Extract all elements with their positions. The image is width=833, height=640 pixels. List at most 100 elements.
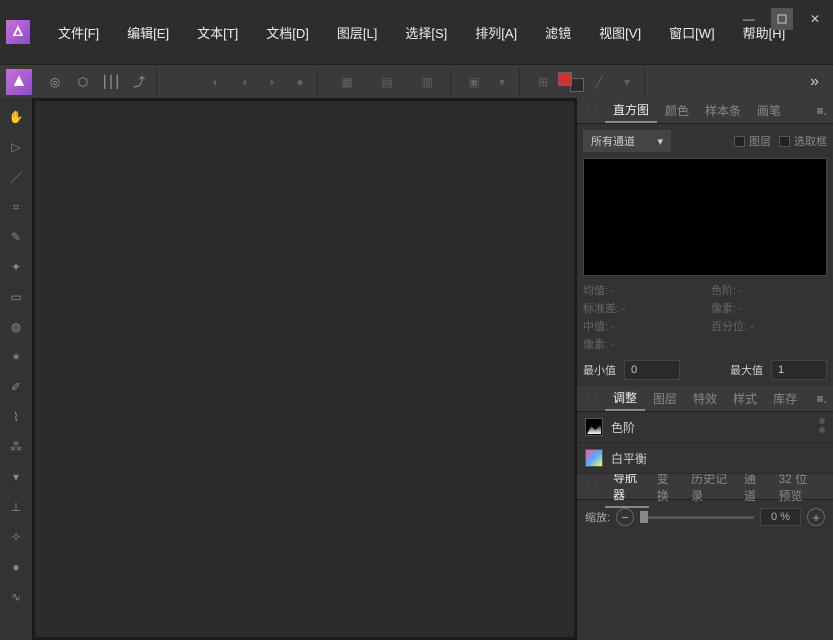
navigator-panel-header: ⋮⋮ 导航器 变换 历史记录 通道 32 位预览: [577, 474, 833, 500]
max-input[interactable]: [771, 360, 827, 380]
hand-tool-icon[interactable]: ✋: [2, 103, 30, 131]
fill-tool-icon[interactable]: ◍: [2, 313, 30, 341]
levels-thumb-icon: [585, 418, 603, 436]
tab-color[interactable]: 颜色: [657, 99, 697, 122]
persona-photo-icon[interactable]: [6, 69, 32, 95]
canvas[interactable]: [34, 100, 575, 638]
tab-effects[interactable]: 特效: [685, 387, 725, 410]
menu-edit[interactable]: 编辑[E]: [113, 17, 183, 48]
checkbox-icon: [734, 136, 745, 147]
gradient-tool-icon[interactable]: ✧: [2, 523, 30, 551]
channel-dropdown[interactable]: 所有通道 ▾: [583, 130, 671, 152]
tool-palette: ✋ ▷ ／ ⌗ ✎ ✦ ▭ ◍ ✶ ✐ ⌇ ⁂ ▾ ⊥ ✧ ● ∿: [0, 98, 32, 640]
histogram-panel-body: 所有通道 ▾ 图层 选取框 均值: - 色阶: - 标准差: - 像素: -: [577, 124, 833, 386]
menu-file[interactable]: 文件[F]: [44, 17, 113, 48]
paint-tool-icon[interactable]: ✎: [2, 223, 30, 251]
pen-tool-icon[interactable]: ✐: [2, 373, 30, 401]
adjust-item-whitebalance[interactable]: 白平衡: [577, 443, 833, 474]
tab-brushes[interactable]: 画笔: [749, 99, 789, 122]
toolbar-chevron-down-icon[interactable]: ▾: [489, 69, 515, 95]
zoom-in-button[interactable]: +: [807, 508, 825, 526]
panel-menu-icon[interactable]: ≡.: [817, 392, 827, 406]
brush-tool-icon[interactable]: ／: [2, 163, 30, 191]
menu-document[interactable]: 文档[D]: [252, 17, 323, 48]
persona-liquify-icon[interactable]: ◎: [42, 69, 68, 95]
toolbar-grid1-icon[interactable]: ▦: [328, 69, 366, 95]
zoom-label: 缩放:: [585, 509, 610, 525]
persona-export-icon[interactable]: ⤴: [126, 69, 152, 95]
menu-window[interactable]: 窗口[W]: [655, 17, 729, 48]
tab-swatches[interactable]: 样本条: [697, 99, 749, 122]
text-tool-icon[interactable]: ⊥: [2, 493, 30, 521]
flood-tool-icon[interactable]: ▾: [2, 463, 30, 491]
front-color-swatch: [558, 72, 572, 86]
menu-items: 文件[F] 编辑[E] 文本[T] 文档[D] 图层[L] 选择[S] 排列[A…: [44, 17, 827, 48]
menu-view[interactable]: 视图[V]: [585, 17, 655, 48]
blur-tool-icon[interactable]: ●: [2, 553, 30, 581]
histogram-display: [583, 158, 827, 276]
channel-dropdown-label: 所有通道: [591, 133, 635, 149]
tab-layers[interactable]: 图层: [645, 387, 685, 410]
toolbar-ellipse-icon[interactable]: ●: [287, 69, 313, 95]
min-label: 最小值: [583, 362, 616, 378]
menu-filters[interactable]: 滤镜: [531, 17, 585, 48]
checkbox-layer[interactable]: 图层: [734, 133, 771, 149]
move-tool-icon[interactable]: ▷: [2, 133, 30, 161]
menu-layer[interactable]: 图层[L]: [323, 17, 391, 48]
toolbar: ◎ ⬡ ⎮⎮⎮ ⤴ ◐ ◑ ◗ ● ▦ ▤ ▥ ▣ ▾ ⊞ ╱ ▾ »: [0, 64, 833, 98]
zoom-out-button[interactable]: −: [616, 508, 634, 526]
adjust-item-label: 白平衡: [611, 450, 647, 467]
close-button[interactable]: ✕: [807, 11, 823, 27]
menu-select[interactable]: 选择[S]: [391, 17, 461, 48]
color-swatch[interactable]: [558, 72, 584, 92]
menu-arrange[interactable]: 排列[A]: [461, 17, 531, 48]
minimize-button[interactable]: —: [741, 11, 757, 27]
picker-tool-icon[interactable]: ⁂: [2, 433, 30, 461]
panel-grip-icon[interactable]: ⋮⋮: [583, 105, 599, 116]
checkbox-marquee[interactable]: 选取框: [779, 133, 827, 149]
back-color-swatch: [570, 78, 584, 92]
maximize-button[interactable]: [771, 8, 793, 30]
toolbar-grid2-icon[interactable]: ▤: [368, 69, 406, 95]
tab-styles[interactable]: 样式: [725, 387, 765, 410]
navigator-panel-body: 缩放: − 0 % +: [577, 500, 833, 534]
tab-adjust[interactable]: 调整: [605, 386, 645, 411]
adjust-list: 色阶 白平衡: [577, 412, 833, 474]
zoom-slider[interactable]: [640, 516, 754, 519]
tab-stock[interactable]: 库存: [765, 387, 805, 410]
chevron-down-icon: ▾: [657, 135, 663, 148]
adjust-item-label: 色阶: [611, 419, 635, 436]
persona-develop-icon[interactable]: ⬡: [70, 69, 96, 95]
main-area: ✋ ▷ ／ ⌗ ✎ ✦ ▭ ◍ ✶ ✐ ⌇ ⁂ ▾ ⊥ ✧ ● ∿ ⋮⋮ 直方图…: [0, 98, 833, 640]
toolbar-grid3-icon[interactable]: ▥: [408, 69, 446, 95]
adjust-item-levels[interactable]: 色阶: [577, 412, 833, 443]
histogram-stats: 均值: - 色阶: - 标准差: - 像素: - 中值: - 百分位: - 像素…: [583, 282, 827, 352]
clone-tool-icon[interactable]: ✦: [2, 253, 30, 281]
smudge-tool-icon[interactable]: ∿: [2, 583, 30, 611]
toolbar-circle-icon[interactable]: ◑: [231, 69, 257, 95]
crop-tool-icon[interactable]: ⌗: [2, 193, 30, 221]
panel-grip-icon[interactable]: ⋮⋮: [583, 481, 599, 492]
toolbar-chevron2-icon[interactable]: ▾: [614, 69, 640, 95]
scroll-indicator[interactable]: [819, 418, 829, 433]
toolbar-moon-icon[interactable]: ◗: [259, 69, 285, 95]
toolbar-target-icon[interactable]: ▣: [461, 69, 487, 95]
toolbar-line-icon[interactable]: ╱: [586, 69, 612, 95]
adjust-panel-header: ⋮⋮ 调整 图层 特效 样式 库存 ≡.: [577, 386, 833, 412]
panel-grip-icon[interactable]: ⋮⋮: [583, 393, 599, 404]
tab-histogram[interactable]: 直方图: [605, 98, 657, 123]
heal-tool-icon[interactable]: ✶: [2, 343, 30, 371]
vector-tool-icon[interactable]: ⌇: [2, 403, 30, 431]
right-panel-stack: ⋮⋮ 直方图 颜色 样本条 画笔 ≡. 所有通道 ▾ 图层 选取框: [577, 98, 833, 640]
slider-thumb-icon: [640, 511, 648, 523]
checkbox-icon: [779, 136, 790, 147]
menu-text[interactable]: 文本[T]: [183, 17, 252, 48]
toolbar-contrast-icon[interactable]: ◐: [203, 69, 229, 95]
marquee-tool-icon[interactable]: ▭: [2, 283, 30, 311]
maximize-icon: [777, 14, 787, 24]
toolbar-snap-icon[interactable]: ⊞: [530, 69, 556, 95]
persona-tone-icon[interactable]: ⎮⎮⎮: [98, 69, 124, 95]
toolbar-overflow-button[interactable]: »: [802, 73, 827, 91]
min-input[interactable]: [624, 360, 680, 380]
panel-menu-icon[interactable]: ≡.: [817, 104, 827, 118]
